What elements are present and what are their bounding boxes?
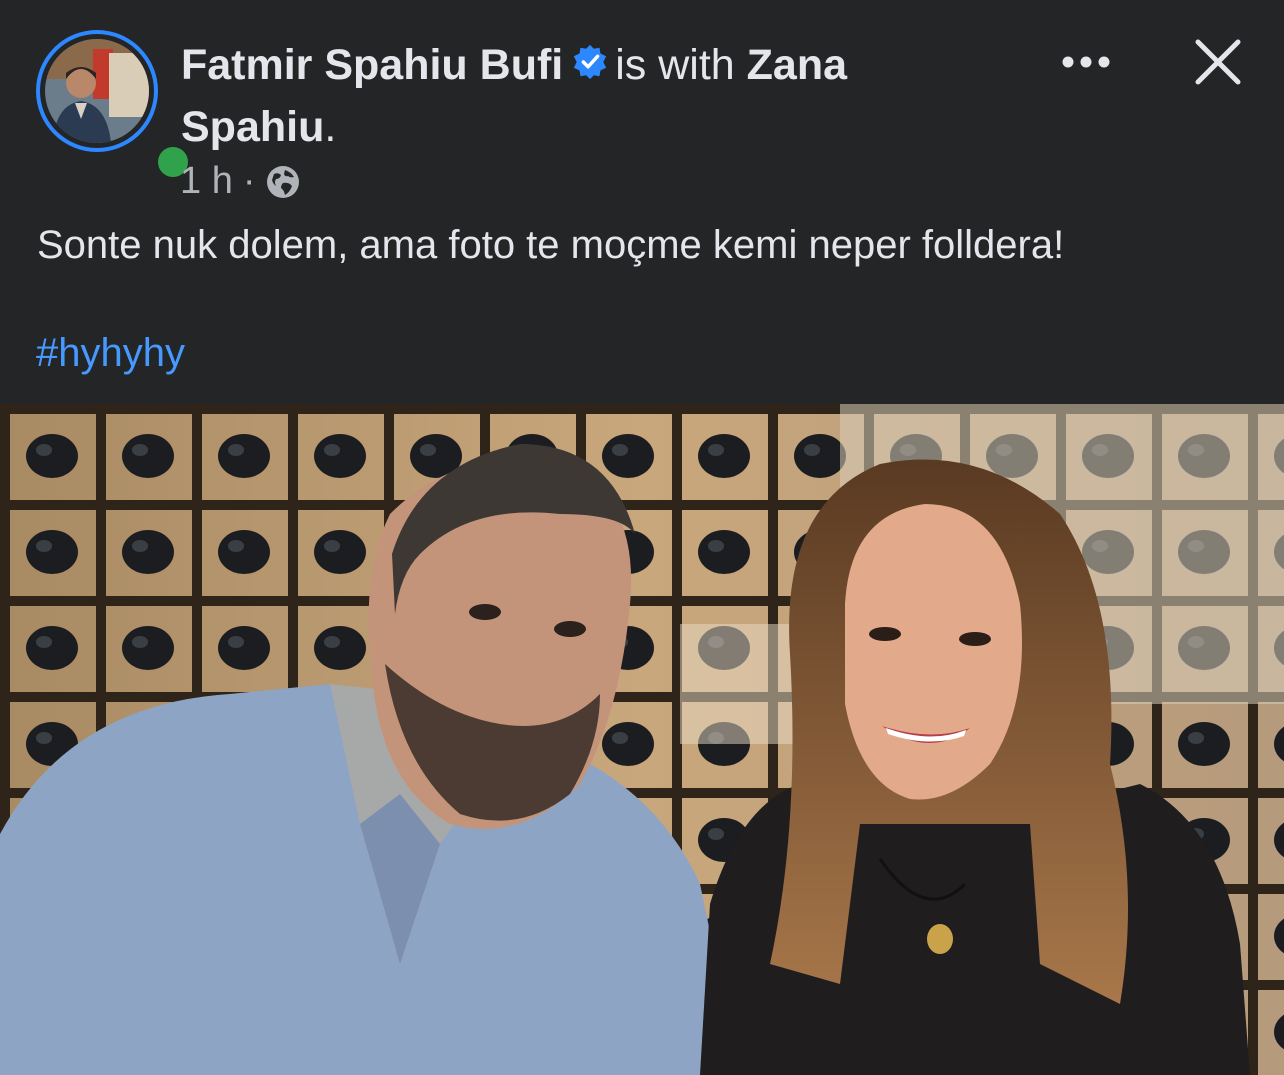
post-title: Fatmir Spahiu Bufi is with Zana Spahiu. xyxy=(181,34,1001,158)
more-options-icon[interactable] xyxy=(1056,44,1116,80)
avatar-image xyxy=(45,39,149,143)
author-name[interactable]: Fatmir Spahiu Bufi xyxy=(181,41,563,89)
globe-icon[interactable] xyxy=(265,164,301,200)
photo-image xyxy=(0,404,1284,1075)
meta-separator: · xyxy=(242,160,256,202)
post-meta: 1 h · xyxy=(180,160,301,203)
close-icon[interactable] xyxy=(1190,34,1246,90)
avatar-picture xyxy=(45,39,149,143)
post-photo[interactable] xyxy=(0,404,1284,1075)
with-text: is with xyxy=(615,41,735,89)
post-viewer: Fatmir Spahiu Bufi is with Zana Spahiu. … xyxy=(0,0,1284,1075)
hashtag-link[interactable]: #hyhyhy xyxy=(36,326,185,380)
verified-badge-icon xyxy=(574,44,607,80)
author-avatar[interactable] xyxy=(36,30,192,181)
post-header: Fatmir Spahiu Bufi is with Zana Spahiu. … xyxy=(0,0,1284,400)
post-message: Sonte nuk dolem, ama foto te moçme kemi … xyxy=(37,223,1065,267)
title-period: . xyxy=(324,103,337,151)
post-timestamp[interactable]: 1 h xyxy=(180,160,233,203)
